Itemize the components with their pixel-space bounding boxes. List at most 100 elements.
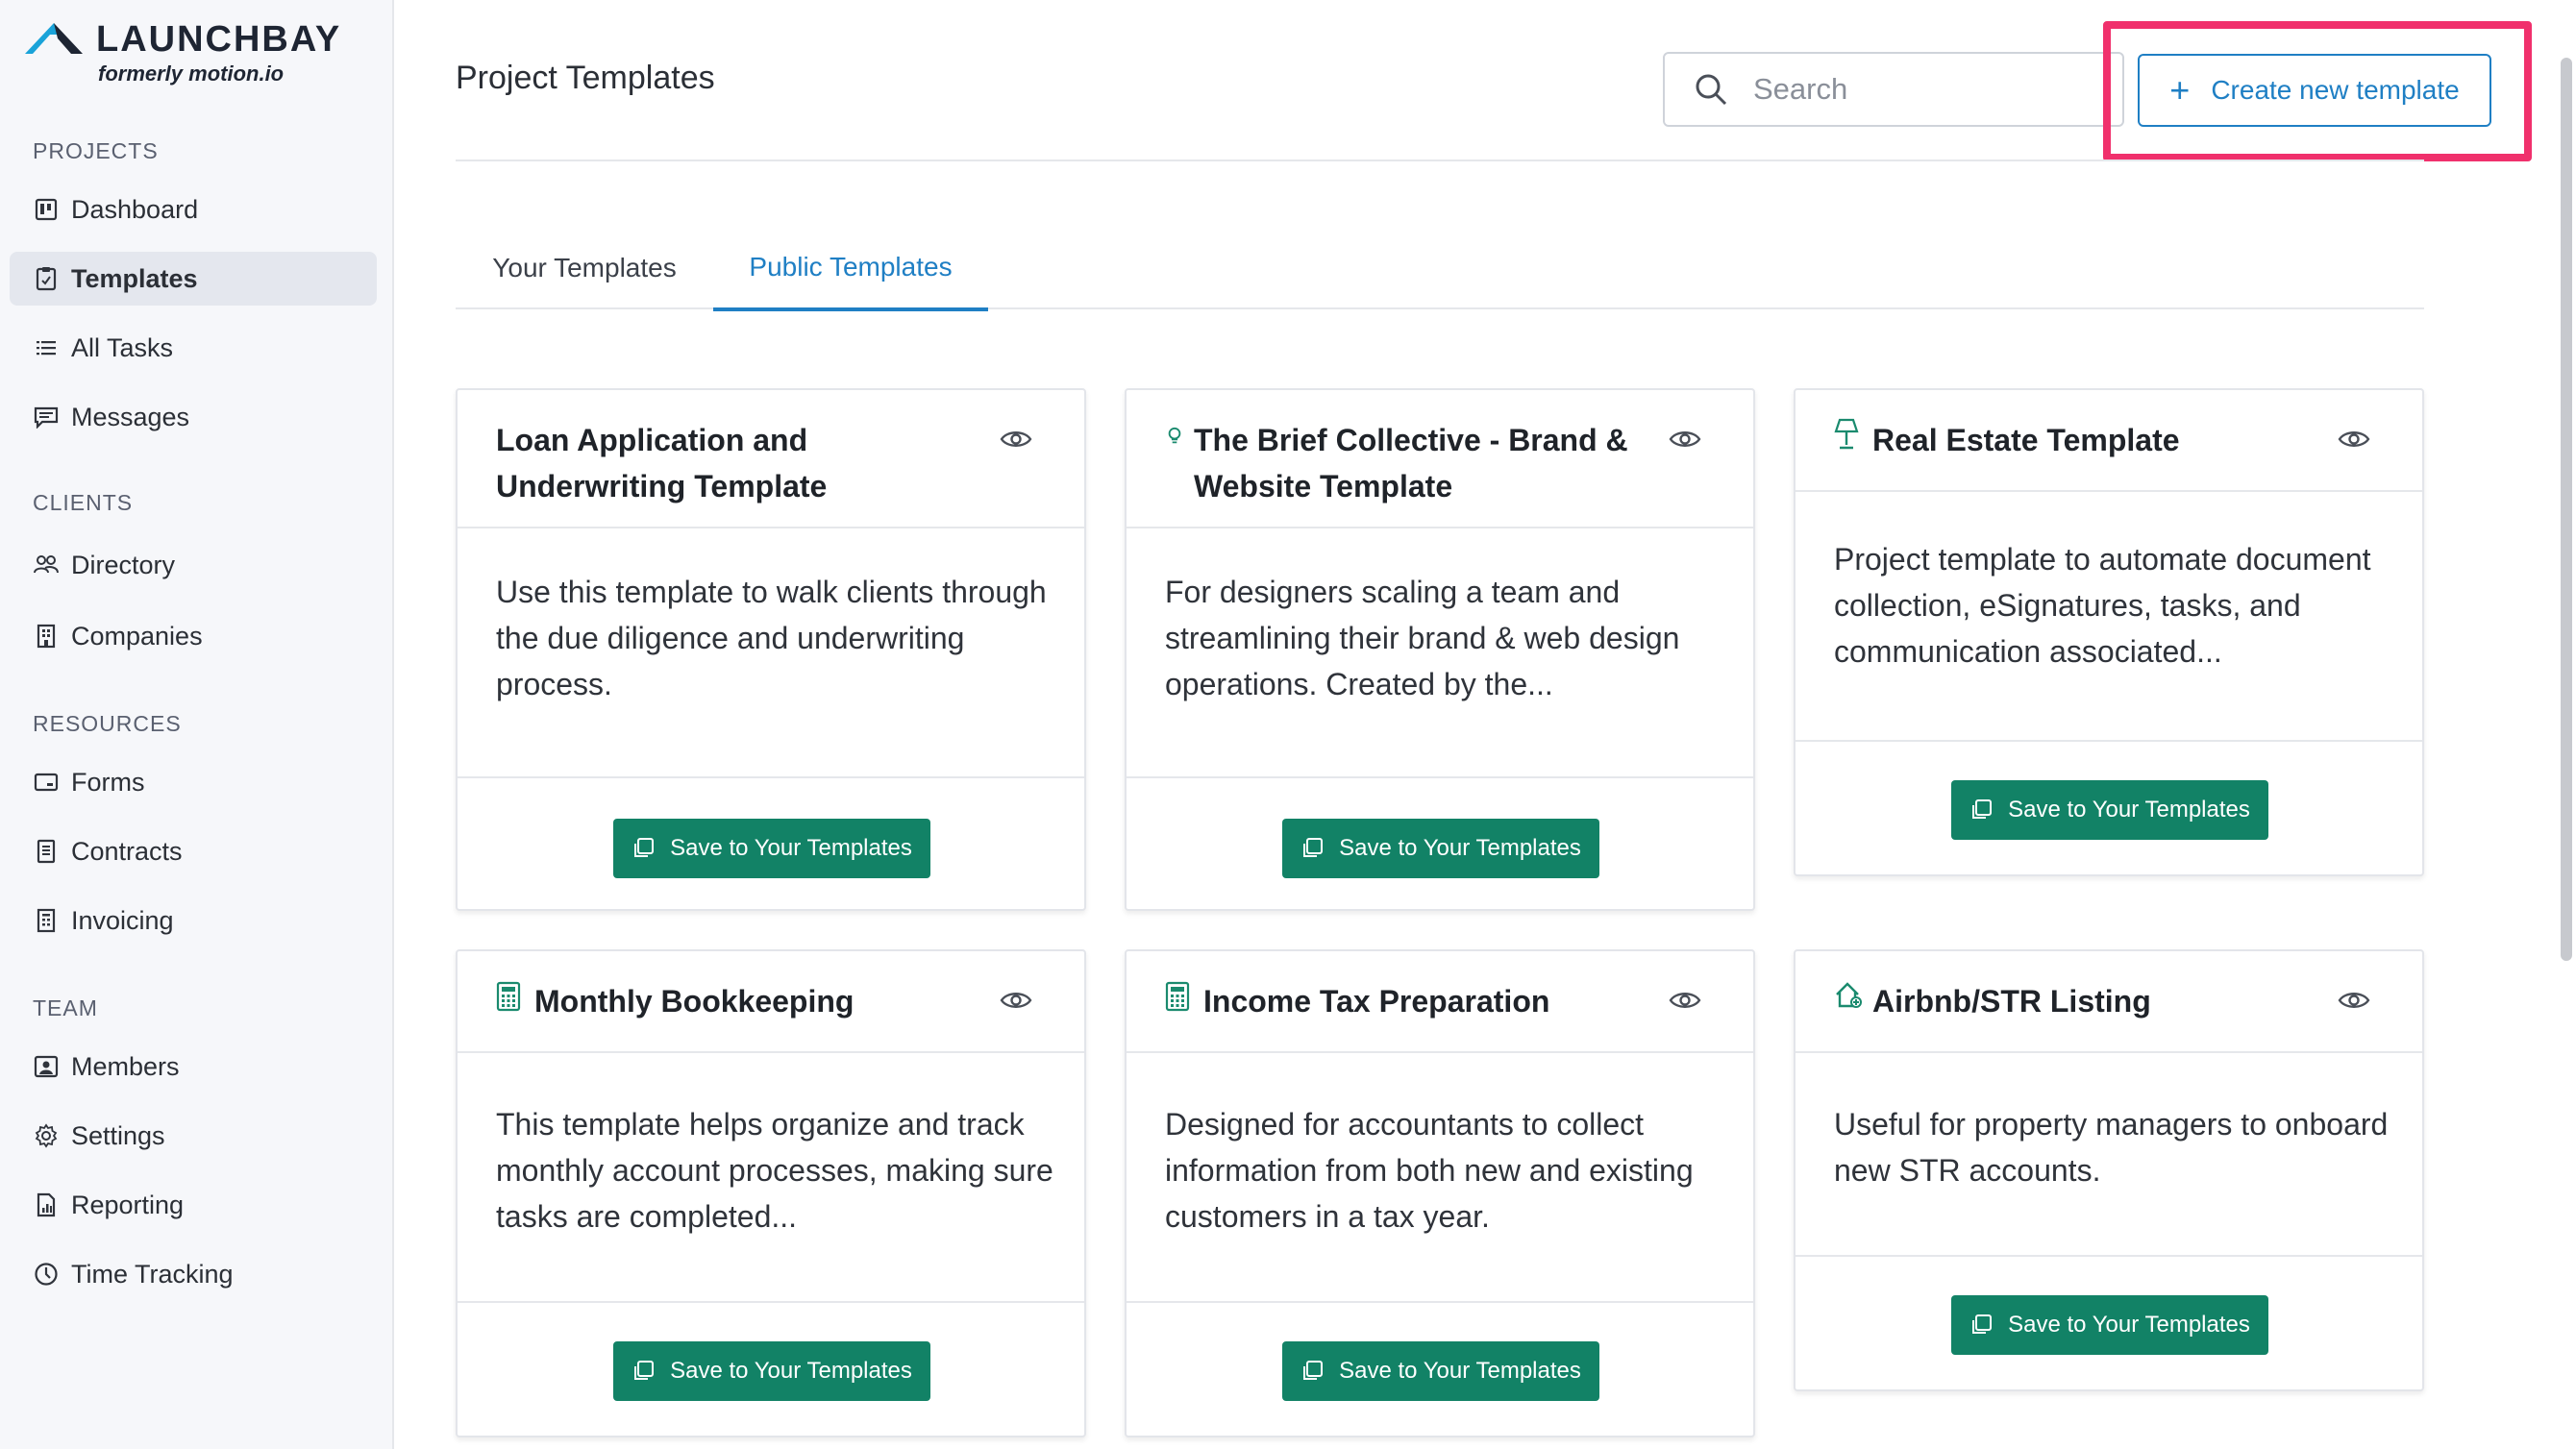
tab-your-templates[interactable]: Your Templates — [456, 227, 713, 309]
sidebar-item-time-tracking[interactable]: Time Tracking — [10, 1247, 377, 1301]
sidebar-item-label: Members — [71, 1051, 180, 1081]
sidebar-item-label: Directory — [71, 550, 176, 579]
card-title[interactable]: Real Estate Template — [1834, 417, 2315, 463]
brand-name: LAUNCHBAY — [96, 19, 342, 60]
copy-icon — [1303, 838, 1324, 857]
brand-subtitle: formerly motion.io — [98, 61, 285, 86]
eye-icon[interactable] — [2338, 990, 2370, 1011]
save-button-label: Save to Your Templates — [670, 1358, 912, 1384]
card-header: Airbnb/STR Listing — [1796, 951, 2422, 1053]
card-body: Use this template to walk clients throug… — [458, 528, 1084, 778]
clock-icon — [33, 1261, 60, 1288]
search-box[interactable] — [1663, 52, 2124, 127]
house-icon — [1836, 982, 1862, 1008]
save-button-label: Save to Your Templates — [1339, 835, 1581, 861]
eye-icon[interactable] — [2338, 429, 2370, 450]
copy-icon — [1972, 799, 1993, 819]
search-input[interactable] — [1753, 72, 2042, 107]
section-title-resources: RESOURCES — [33, 711, 182, 736]
card-title[interactable]: Monthly Bookkeeping — [496, 978, 977, 1024]
sidebar-item-label: Settings — [71, 1120, 165, 1150]
page-title: Project Templates — [456, 60, 715, 96]
sidebar-item-label: All Tasks — [71, 332, 174, 362]
sidebar-item-label: Forms — [71, 767, 145, 797]
create-new-template-button[interactable]: + Create new template — [2138, 54, 2491, 127]
sidebar-item-forms[interactable]: Forms — [10, 755, 377, 809]
save-to-your-templates-button[interactable]: Save to Your Templates — [613, 819, 930, 878]
template-card: Real Estate Template Project template to… — [1794, 388, 2424, 876]
card-header: Real Estate Template — [1796, 390, 2422, 492]
card-title[interactable]: Income Tax Preparation — [1165, 978, 1646, 1024]
template-tabs: Your Templates Public Templates — [456, 227, 2424, 311]
card-title[interactable]: Airbnb/STR Listing — [1834, 978, 2315, 1024]
card-header: Income Tax Preparation — [1127, 951, 1753, 1053]
card-description: Use this template to walk clients throug… — [496, 575, 1047, 701]
card-footer: Save to Your Templates — [1127, 778, 1753, 909]
eye-icon[interactable] — [1669, 429, 1701, 450]
card-description: This template helps organize and track m… — [496, 1107, 1053, 1234]
card-header: Loan Application and Underwriting Templa… — [458, 390, 1084, 528]
save-to-your-templates-button[interactable]: Save to Your Templates — [1282, 1341, 1599, 1401]
section-title-team: TEAM — [33, 995, 98, 1020]
card-body: For designers scaling a team and streaml… — [1127, 528, 1753, 778]
plus-icon: + — [2169, 70, 2191, 110]
create-button-label: Create new template — [2211, 75, 2460, 105]
card-title-text: Income Tax Preparation — [1203, 984, 1550, 1019]
template-card: Monthly Bookkeeping This template helps … — [456, 949, 1086, 1437]
sidebar-item-members[interactable]: Members — [10, 1040, 377, 1093]
sidebar-item-messages[interactable]: Messages — [10, 390, 377, 444]
dashboard-icon — [33, 196, 60, 223]
section-title-clients: CLIENTS — [33, 490, 134, 515]
save-to-your-templates-button[interactable]: Save to Your Templates — [1951, 1295, 2268, 1355]
sidebar-item-directory[interactable]: Directory — [10, 538, 377, 592]
card-footer: Save to Your Templates — [1796, 742, 2422, 874]
template-card: The Brief Collective - Brand & Website T… — [1125, 388, 1755, 911]
logo-mark-icon — [25, 23, 83, 54]
card-title-text: Loan Application and Underwriting Templa… — [496, 423, 828, 503]
card-title[interactable]: Loan Application and Underwriting Templa… — [496, 417, 977, 509]
tab-public-templates[interactable]: Public Templates — [713, 227, 988, 311]
sidebar-item-settings[interactable]: Settings — [10, 1109, 377, 1163]
sidebar-item-label: Messages — [71, 402, 190, 431]
gear-icon — [33, 1122, 60, 1149]
save-to-your-templates-button[interactable]: Save to Your Templates — [613, 1341, 930, 1401]
copy-icon — [1303, 1361, 1324, 1380]
message-icon — [33, 404, 60, 430]
document-icon — [33, 838, 60, 865]
save-to-your-templates-button[interactable]: Save to Your Templates — [1951, 780, 2268, 840]
sidebar-item-companies[interactable]: Companies — [10, 609, 377, 663]
sidebar-item-all-tasks[interactable]: All Tasks — [10, 321, 377, 375]
sidebar-item-label: Time Tracking — [71, 1259, 234, 1289]
card-description: Useful for property managers to onboard … — [1834, 1107, 2389, 1188]
eye-icon[interactable] — [1000, 429, 1032, 450]
eye-icon[interactable] — [1669, 990, 1701, 1011]
eye-icon[interactable] — [1000, 990, 1032, 1011]
save-button-label: Save to Your Templates — [2008, 797, 2250, 823]
sidebar-item-contracts[interactable]: Contracts — [10, 824, 377, 878]
bulb-icon — [1168, 427, 1181, 444]
card-title-text: Monthly Bookkeeping — [534, 984, 855, 1019]
card-footer: Save to Your Templates — [458, 778, 1084, 909]
template-card: Income Tax Preparation Designed for acco… — [1125, 949, 1755, 1437]
template-card: Loan Application and Underwriting Templa… — [456, 388, 1086, 911]
sidebar-item-templates[interactable]: Templates — [10, 252, 377, 306]
sidebar-item-label: Dashboard — [71, 194, 199, 224]
card-body: Useful for property managers to onboard … — [1796, 1053, 2422, 1257]
sidebar-item-label: Contracts — [71, 836, 183, 866]
save-button-label: Save to Your Templates — [1339, 1358, 1581, 1384]
scrollbar[interactable] — [2561, 58, 2572, 961]
calculator-icon — [496, 981, 521, 1012]
sidebar-item-reporting[interactable]: Reporting — [10, 1178, 377, 1232]
sidebar-item-dashboard[interactable]: Dashboard — [10, 183, 377, 236]
card-footer: Save to Your Templates — [1127, 1303, 1753, 1436]
card-title[interactable]: The Brief Collective - Brand & Website T… — [1165, 417, 1646, 509]
save-to-your-templates-button[interactable]: Save to Your Templates — [1282, 819, 1599, 878]
list-icon — [33, 334, 60, 361]
search-icon — [1696, 74, 1727, 106]
sidebar-item-invoicing[interactable]: Invoicing — [10, 894, 377, 947]
logo[interactable]: LAUNCHBAY formerly motion.io — [25, 19, 352, 88]
people-icon — [33, 552, 60, 578]
member-icon — [33, 1053, 60, 1080]
card-title-text: The Brief Collective - Brand & Website T… — [1194, 423, 1628, 503]
sidebar-item-label: Companies — [71, 621, 203, 651]
